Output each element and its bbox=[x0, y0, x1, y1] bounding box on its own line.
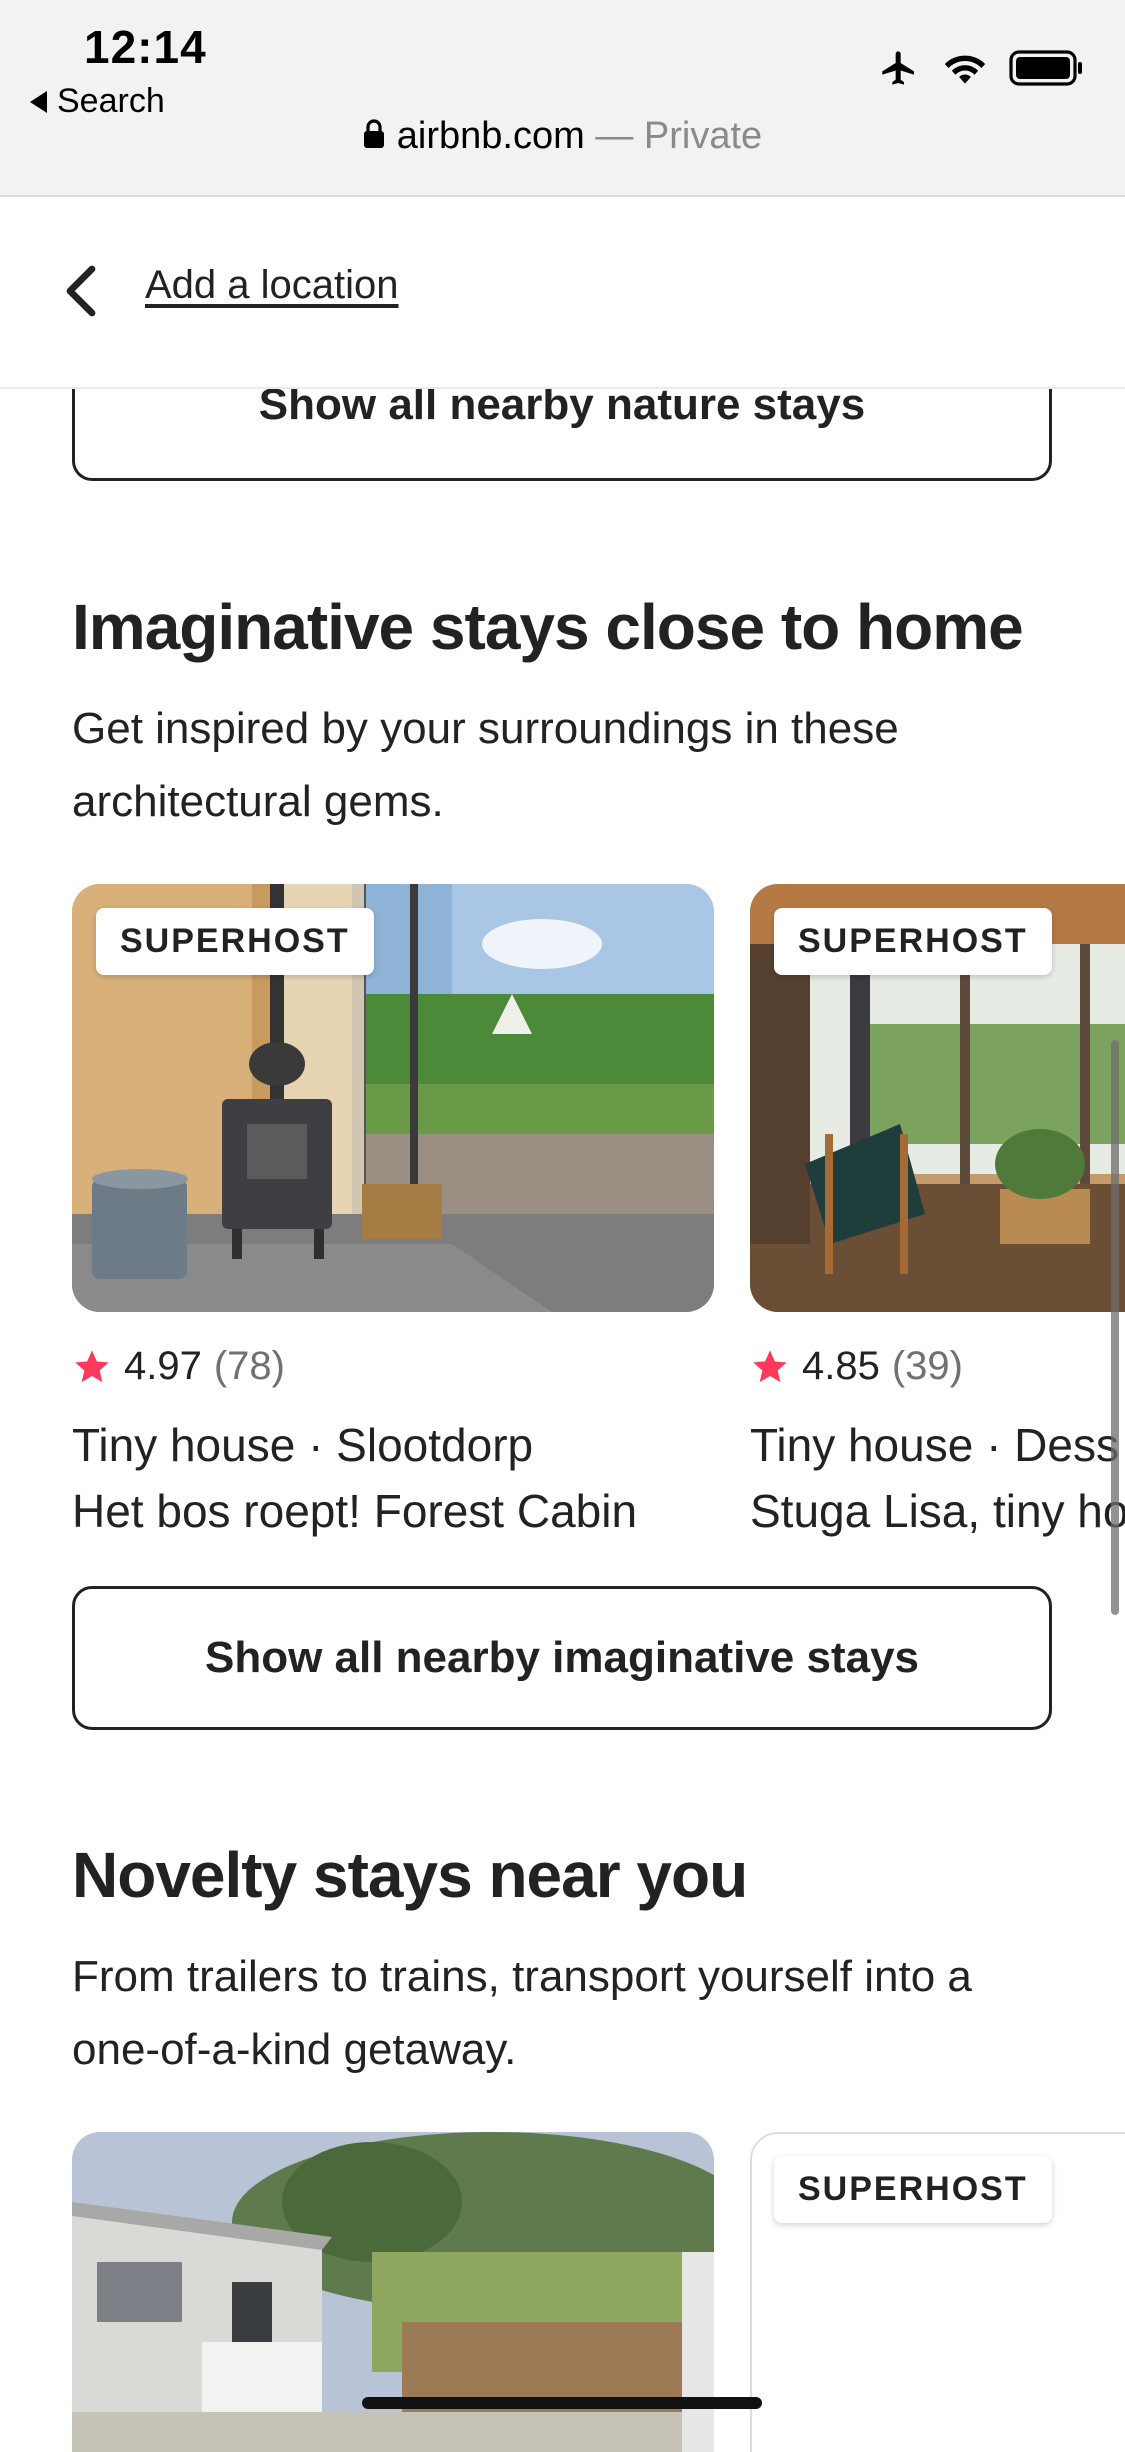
page-scrollbar[interactable] bbox=[1111, 1040, 1119, 1615]
back-chevron-icon[interactable] bbox=[62, 265, 102, 322]
add-location-link[interactable]: Add a location bbox=[145, 263, 399, 308]
listing-title[interactable]: Stuga Lisa, tiny ho bbox=[750, 1478, 1125, 1544]
superhost-badge: SUPERHOST bbox=[774, 908, 1052, 975]
listing-title[interactable]: Het bos roept! Forest Cabin bbox=[72, 1478, 637, 1544]
page-header: Add a location bbox=[0, 197, 1125, 389]
rating-value: 4.97 bbox=[124, 1344, 202, 1388]
listing-card-placeholder[interactable]: SUPERHOST bbox=[750, 2132, 1125, 2452]
listing-type-location: Tiny house · Dess bbox=[750, 1419, 1119, 1471]
browser-chrome: 12:14 Search airbnb.com — Private bbox=[0, 0, 1125, 197]
address-bar[interactable]: airbnb.com — Private bbox=[0, 115, 1125, 159]
private-mode-label: Private bbox=[643, 115, 763, 157]
superhost-badge: SUPERHOST bbox=[774, 2156, 1052, 2223]
review-count: (78) bbox=[213, 1344, 285, 1388]
show-imaginative-stays-button[interactable]: Show all nearby imaginative stays bbox=[72, 1586, 1052, 1730]
wifi-icon bbox=[944, 55, 986, 84]
rating-value: 4.85 bbox=[802, 1344, 880, 1388]
airplane-icon bbox=[882, 51, 914, 85]
listing-type-location: Tiny house · Slootdorp bbox=[72, 1419, 534, 1471]
listing-photo-stuga-lisa[interactable]: SUPERHOST bbox=[750, 884, 1125, 1312]
star-icon bbox=[75, 1349, 109, 1382]
superhost-badge: SUPERHOST bbox=[96, 908, 374, 975]
status-time: 12:14 bbox=[84, 21, 207, 73]
address-domain: airbnb.com bbox=[396, 115, 585, 157]
listing-rating: 4.85 (39) bbox=[750, 1344, 963, 1389]
imaginative-section-subtitle: Get inspired by your surroundings in the… bbox=[72, 704, 899, 826]
imaginative-section-title: Imaginative stays close to home bbox=[72, 591, 1024, 663]
show-imaginative-stays-label: Show all nearby imaginative stays bbox=[204, 1633, 920, 1682]
listing-rating: 4.97 (78) bbox=[72, 1344, 285, 1389]
novelty-section-title: Novelty stays near you bbox=[72, 1839, 748, 1911]
address-separator: — bbox=[595, 115, 634, 157]
star-icon bbox=[753, 1349, 787, 1382]
listing-text-clip: Tiny house · Dess Stuga Lisa, tiny ho bbox=[750, 1412, 1125, 1552]
status-icons bbox=[877, 48, 1085, 88]
lock-icon bbox=[363, 116, 385, 159]
battery-icon bbox=[1009, 50, 1082, 86]
listing-photo-forest-cabin[interactable]: SUPERHOST bbox=[72, 884, 714, 1312]
home-indicator[interactable] bbox=[362, 2397, 762, 2409]
novelty-section-subtitle: From trailers to trains, transport yours… bbox=[72, 1952, 972, 2074]
back-triangle-icon bbox=[30, 90, 47, 113]
review-count: (39) bbox=[891, 1344, 963, 1388]
